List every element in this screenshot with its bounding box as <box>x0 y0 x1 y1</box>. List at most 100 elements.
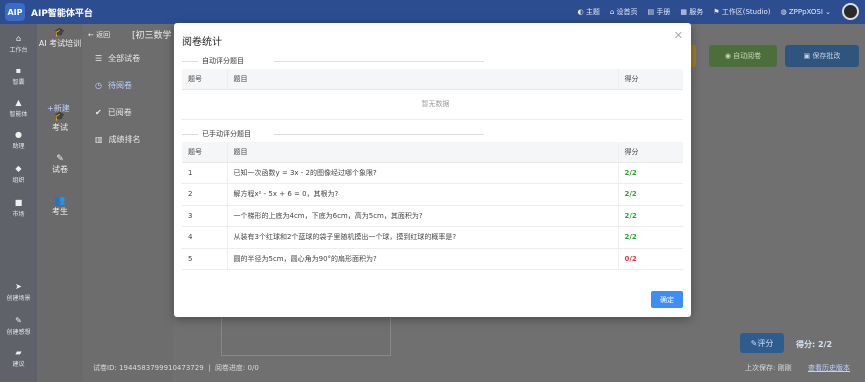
close-icon[interactable]: ✕ <box>674 29 683 42</box>
app-logo[interactable]: AIP <box>5 3 25 21</box>
question-score: 2/2 <box>617 183 683 206</box>
score-display: 得分: 2/2 <box>796 340 833 349</box>
box-icon: ▪ <box>15 66 22 75</box>
manual-section-label: 已手动评分题目 <box>202 130 251 138</box>
user-menu[interactable]: ◍ ZPPpXOSI ⌄ <box>781 8 831 16</box>
question-no: 2 <box>182 183 227 206</box>
exam-icon: 🎓 <box>54 112 66 122</box>
sidebar-item-org[interactable]: ◆ 组织 <box>0 164 37 184</box>
user-icon: ● <box>15 130 22 139</box>
nav-ranking[interactable]: ▥ 成绩排名 <box>95 134 141 145</box>
paper-icon: ✎ <box>56 154 64 164</box>
dialog-title: 阅卷统计 <box>182 37 222 48</box>
paper-id: 试卷ID: 1944583799910473729 <box>93 364 204 372</box>
theme-button[interactable]: ◐ 主题 <box>578 7 600 17</box>
back-button[interactable]: ← 返回 <box>88 30 110 40</box>
question-score: 2/2 <box>617 205 683 227</box>
empty-text: 暂无数据 <box>182 89 683 120</box>
org-icon: ◆ <box>15 164 22 173</box>
header-no: 题号 <box>182 142 227 163</box>
nav-student[interactable]: 👥 考生 <box>37 196 83 217</box>
manual-score-table: 题号 题目 得分 1 已知一次函数y = 3x - 2的图像经过哪个象限? 2/… <box>182 142 683 270</box>
score-button[interactable]: ✎ 评分 <box>740 333 784 353</box>
question-text: 圆的半径为5cm，圆心角为90°的扇形面积为? <box>226 248 618 270</box>
question-score: 0/2 <box>617 248 683 270</box>
question-no: 3 <box>182 205 227 227</box>
warning-icon: ▲ <box>15 98 22 107</box>
manual-section-header: 已手动评分题目 <box>182 129 484 139</box>
nav-done[interactable]: ✔ 已阅卷 <box>95 107 132 118</box>
question-no: 4 <box>182 226 227 249</box>
sidebar-item-market[interactable]: ■ 市场 <box>0 198 37 218</box>
home-icon: ⌂ <box>15 34 22 43</box>
confirm-button[interactable]: 确定 <box>651 291 683 308</box>
table-row: 3 一个梯形的上底为4cm，下底为6cm，高为5cm，其面积为? 2/2 <box>182 205 683 227</box>
nav-ai-training[interactable]: 🎓 AI 考试培训 <box>37 28 83 49</box>
pen-icon: ✎ <box>15 316 22 325</box>
question-text: 从装有3个红球和2个蓝球的袋子里随机摸出一个球，摸到红球的概率是? <box>226 226 618 249</box>
graduation-icon: 🎓 <box>54 28 66 38</box>
history-link[interactable]: 查看历史版本 <box>808 363 850 373</box>
grading-stats-dialog: 阅卷统计 ✕ 自动评分题目 题号 题目 得分 暂无数据 已手动评分题目 题号 题… <box>174 23 691 317</box>
eye-icon: ◉ <box>724 52 734 60</box>
sidebar-item-create-note[interactable]: ✎ 创建感想 <box>0 316 37 336</box>
sidebar-item-workbench[interactable]: ⌂ 工作台 <box>0 34 37 54</box>
grading-progress: 阅卷进度: 0/0 <box>214 364 259 372</box>
header-no: 题号 <box>182 69 227 90</box>
nav-all-papers[interactable]: ☰ 全部试卷 <box>95 53 140 64</box>
secondary-nav: 🎓 AI 考试培训 +新建 🎓 考试 ✎ 试卷 👥 考生 <box>37 24 83 382</box>
save-grade-button[interactable]: ▣ 保存批改 <box>785 45 859 67</box>
nav-exam[interactable]: 🎓 考试 <box>37 112 83 133</box>
class-title: [初三数学 <box>132 31 172 41</box>
nav-paper[interactable]: ✎ 试卷 <box>37 154 83 175</box>
last-save-time: 上次保存: 刚刚 <box>745 364 792 372</box>
students-icon: 👥 <box>54 196 66 206</box>
set-home-button[interactable]: ⌂ 设首页 <box>610 7 638 17</box>
send-icon: ➤ <box>15 282 22 291</box>
edit-icon: ✎ <box>750 338 758 348</box>
sidebar-item-suggest[interactable]: ▰ 建议 <box>0 348 37 368</box>
header-question: 题目 <box>226 69 618 90</box>
table-row: 5 圆的半径为5cm，圆心角为90°的扇形面积为? 0/2 <box>182 248 683 270</box>
save-icon: ▣ <box>803 52 813 60</box>
service-button[interactable]: ▦ 服务 <box>680 7 703 17</box>
paper-nav: ← 返回 ☰ 全部试卷 ◷ 待阅卷 ✔ 已阅卷 ▥ 成绩排名 <box>83 24 173 382</box>
sidebar-item-create-scene[interactable]: ➤ 创建场景 <box>0 282 37 302</box>
answer-panel <box>221 316 391 356</box>
clock-icon: ◷ <box>95 81 102 90</box>
header-question: 题目 <box>226 142 618 163</box>
table-row: 2 解方程x² - 5x + 6 = 0，其根为? 2/2 <box>182 183 683 206</box>
question-score: 2/2 <box>617 226 683 249</box>
sidebar: ⌂ 工作台 ▪ 智囊 ▲ 智能体 ● 助理 ◆ 组织 ■ 市场 ➤ 创建场景 ✎ 创建感想 ▰ 建… <box>0 24 37 382</box>
question-no: 5 <box>182 248 227 270</box>
top-actions: ◐ 主题 ⌂ 设首页 ▤ 手册 ▦ 服务 ⚑ 工作区(Studio) ◍ ZPP… <box>578 0 831 24</box>
table-row: 4 从装有3个红球和2个蓝球的袋子里随机摸出一个球，摸到红球的概率是? 2/2 <box>182 226 683 249</box>
chart-icon: ▥ <box>95 135 103 144</box>
auto-section-header: 自动评分题目 <box>182 56 484 66</box>
sidebar-item-think-tank[interactable]: ▪ 智囊 <box>0 66 37 86</box>
workspace-button[interactable]: ⚑ 工作区(Studio) <box>713 7 770 17</box>
auto-section-label: 自动评分题目 <box>202 57 244 65</box>
avatar[interactable] <box>842 3 859 20</box>
list-icon: ☰ <box>95 54 103 63</box>
question-text: 解方程x² - 5x + 6 = 0，其根为? <box>226 183 618 206</box>
sidebar-item-agent[interactable]: ▲ 智能体 <box>0 98 37 118</box>
app-title: AIP智能体平台 <box>31 8 93 19</box>
auto-score-table: 题号 题目 得分 暂无数据 <box>182 69 683 120</box>
table-row: 1 已知一次函数y = 3x - 2的图像经过哪个象限? 2/2 <box>182 162 683 184</box>
manual-button[interactable]: ▤ 手册 <box>648 7 671 17</box>
paper-info: 试卷ID: 1944583799910473729 | 阅卷进度: 0/0 <box>93 364 259 372</box>
sidebar-item-assistant[interactable]: ● 助理 <box>0 130 37 150</box>
auto-grade-button[interactable]: ◉ 自动阅卷 <box>709 45 777 67</box>
header-score: 得分 <box>617 142 683 163</box>
market-icon: ■ <box>14 198 23 207</box>
question-text: 一个梯形的上底为4cm，下底为6cm，高为5cm，其面积为? <box>226 205 618 227</box>
chat-icon: ▰ <box>15 348 22 357</box>
top-bar: AIP AIP智能体平台 ◐ 主题 ⌂ 设首页 ▤ 手册 ▦ 服务 ⚑ 工作区(… <box>0 0 865 24</box>
question-text: 已知一次函数y = 3x - 2的图像经过哪个象限? <box>226 162 618 184</box>
question-no: 1 <box>182 162 227 184</box>
header-score: 得分 <box>617 69 683 90</box>
question-score: 2/2 <box>617 162 683 184</box>
check-icon: ✔ <box>95 108 102 117</box>
nav-pending[interactable]: ◷ 待阅卷 <box>95 80 132 91</box>
